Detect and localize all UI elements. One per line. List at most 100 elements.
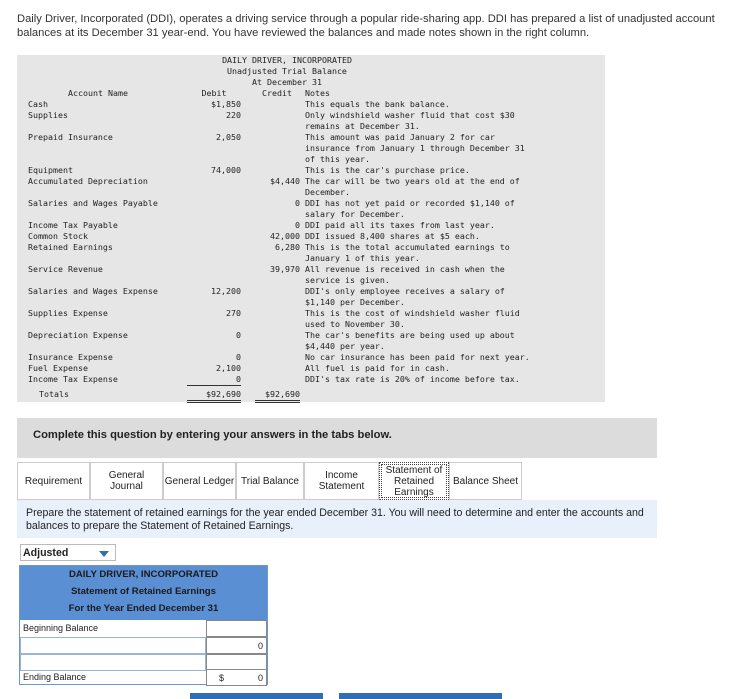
tb-note: All fuel is paid for in cash. bbox=[305, 363, 450, 373]
problem-intro: Daily Driver, Incorporated (DDI), operat… bbox=[17, 13, 715, 39]
statement-company: DAILY DRIVER, INCORPORATED bbox=[68, 569, 219, 580]
tb-date: At December 31 bbox=[252, 77, 322, 87]
tb-credit: 42,000 bbox=[270, 231, 300, 241]
tb-debit: 12,200 bbox=[211, 286, 241, 296]
tb-debit: 2,050 bbox=[216, 132, 241, 142]
tb-account-name: Cash bbox=[28, 99, 48, 109]
tb-account-name: Salaries and Wages Payable bbox=[28, 198, 158, 208]
tb-header-credit: Credit bbox=[262, 88, 292, 98]
tb-account-name: Depreciation Expense bbox=[28, 330, 128, 340]
tb-debit: 2,100 bbox=[216, 363, 241, 373]
tb-note: The car will be two years old at the end… bbox=[305, 176, 520, 186]
dropdown-selected: Adjusted bbox=[23, 547, 69, 559]
tb-account-name: Supplies Expense bbox=[28, 308, 108, 318]
tb-debit: 0 bbox=[236, 352, 241, 362]
tb-note: January 1 of this year. bbox=[305, 253, 420, 263]
next-button[interactable] bbox=[339, 693, 502, 699]
tb-debit: 270 bbox=[226, 308, 241, 318]
tb-note: DDI's tax rate is 20% of income before t… bbox=[305, 374, 520, 384]
tb-note: This amount was paid January 2 for car bbox=[305, 132, 495, 142]
tab-strip: Requirement General Journal General Ledg… bbox=[17, 462, 657, 500]
tb-note: DDI's only employee receives a salary of bbox=[305, 286, 505, 296]
tb-account-name: Income Tax Expense bbox=[28, 374, 118, 384]
tb-note: $4,440 per year. bbox=[305, 341, 385, 351]
tb-total-debit: $92,690 bbox=[187, 389, 241, 403]
tb-header-debit: Debit bbox=[201, 88, 227, 98]
tb-note: service is given. bbox=[305, 275, 390, 285]
tb-debit: $1,850 bbox=[211, 99, 241, 109]
ending-balance-input[interactable]: $ 0 bbox=[206, 669, 267, 686]
tb-note: This is the cost of windshield washer fl… bbox=[305, 308, 520, 318]
tb-total-credit: $92,690 bbox=[255, 389, 300, 403]
ending-balance-value: 0 bbox=[257, 673, 263, 683]
beginning-balance-row: Beginning Balance bbox=[20, 620, 267, 637]
tb-account-name: Salaries and Wages Expense bbox=[28, 286, 158, 296]
tb-header-notes: Notes bbox=[305, 88, 330, 98]
tb-debit: 220 bbox=[226, 110, 241, 120]
tb-credit: $4,440 bbox=[270, 176, 300, 186]
beginning-balance-input[interactable] bbox=[206, 620, 267, 637]
tab-requirement[interactable]: Requirement bbox=[17, 462, 90, 500]
tb-note: used to November 30. bbox=[305, 319, 405, 329]
tb-note: This equals the bank balance. bbox=[305, 99, 450, 109]
tb-debit: 0 bbox=[187, 374, 241, 386]
subtotal-value: 0 bbox=[257, 641, 263, 651]
tb-note: of this year. bbox=[305, 154, 370, 164]
statement-period: For the Year Ended December 31 bbox=[68, 603, 219, 614]
tb-note: All revenue is received in cash when the bbox=[305, 264, 505, 274]
beginning-balance-label: Beginning Balance bbox=[23, 623, 99, 633]
statement-row-2: 0 bbox=[20, 637, 267, 654]
tb-note: The car's benefits are being used up abo… bbox=[305, 330, 515, 340]
tb-note: Only windshield washer fluid that cost $… bbox=[305, 110, 515, 120]
tb-account-name: Income Tax Payable bbox=[28, 220, 118, 230]
tb-credit: 39,970 bbox=[270, 264, 300, 274]
tb-totals-label: Totals bbox=[39, 389, 69, 399]
tb-header-account: Account Name bbox=[68, 88, 128, 98]
tb-debit: 74,000 bbox=[211, 165, 241, 175]
tab-income-statement[interactable]: Income Statement bbox=[304, 462, 379, 500]
ending-balance-row: Ending Balance $ 0 bbox=[20, 669, 267, 686]
instructions-bar: Complete this question by entering your … bbox=[17, 418, 657, 458]
adjusted-dropdown[interactable]: Adjusted bbox=[20, 544, 116, 561]
tb-account-name: Service Revenue bbox=[28, 264, 103, 274]
prompt-text: Prepare the statement of retained earnin… bbox=[17, 500, 657, 538]
tb-account-name: Prepaid Insurance bbox=[28, 132, 113, 142]
tb-account-name: Fuel Expense bbox=[28, 363, 88, 373]
tb-note: remains at December 31. bbox=[305, 121, 420, 131]
statement-header: DAILY DRIVER, INCORPORATED Statement of … bbox=[20, 566, 267, 620]
tb-note: $1,140 per December. bbox=[305, 297, 405, 307]
tb-note: No car insurance has been paid for next … bbox=[305, 352, 530, 362]
retained-earnings-statement: DAILY DRIVER, INCORPORATED Statement of … bbox=[19, 565, 268, 686]
tb-note: DDI issued 8,400 shares at $5 each. bbox=[305, 231, 480, 241]
tb-credit: 6,280 bbox=[275, 242, 300, 252]
tb-account-name: Insurance Expense bbox=[28, 352, 113, 362]
tb-note: This is the total accumulated earnings t… bbox=[305, 242, 510, 252]
prev-button[interactable] bbox=[190, 693, 323, 699]
tb-account-name: Equipment bbox=[28, 165, 73, 175]
tab-general-ledger[interactable]: General Ledger bbox=[163, 462, 236, 500]
amount-input-2[interactable]: 0 bbox=[206, 637, 267, 654]
tb-note: insurance from January 1 through Decembe… bbox=[305, 143, 525, 153]
tb-note: DDI has not yet paid or recorded $1,140 … bbox=[305, 198, 515, 208]
tab-statement-of-retained-earnings[interactable]: Statement of Retained Earnings bbox=[379, 462, 449, 500]
trial-balance-panel: DAILY DRIVER, INCORPORATED Unadjusted Tr… bbox=[17, 55, 605, 403]
tab-general-journal[interactable]: General Journal bbox=[90, 462, 163, 500]
tb-account-name: Retained Earnings bbox=[28, 242, 113, 252]
tb-title: Unadjusted Trial Balance bbox=[227, 66, 347, 76]
tb-account-name: Supplies bbox=[28, 110, 68, 120]
tb-debit: 0 bbox=[236, 330, 241, 340]
tab-balance-sheet[interactable]: Balance Sheet bbox=[449, 462, 522, 500]
tb-note: DDI paid all its taxes from last year. bbox=[305, 220, 495, 230]
statement-title: Statement of Retained Earnings bbox=[71, 586, 216, 597]
account-input-2[interactable] bbox=[20, 637, 206, 654]
currency-symbol: $ bbox=[219, 673, 225, 683]
tb-company: DAILY DRIVER, INCORPORATED bbox=[222, 55, 352, 65]
tb-credit: 0 bbox=[295, 198, 300, 208]
tb-note: December. bbox=[305, 187, 350, 197]
tb-credit: 0 bbox=[295, 220, 300, 230]
ending-balance-label: Ending Balance bbox=[23, 672, 87, 682]
tb-note: salary for December. bbox=[305, 209, 405, 219]
tab-trial-balance[interactable]: Trial Balance bbox=[236, 462, 304, 500]
tb-note: This is the car's purchase price. bbox=[305, 165, 470, 175]
tb-account-name: Accumulated Depreciation bbox=[28, 176, 148, 186]
